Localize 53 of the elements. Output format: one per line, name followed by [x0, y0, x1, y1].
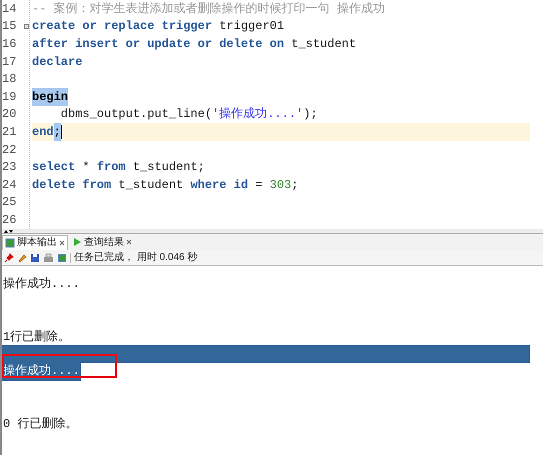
save-icon[interactable] — [30, 252, 40, 262]
keyword: after insert or update or delete on — [32, 36, 284, 53]
keyword: where id — [190, 176, 248, 194]
keyword: delete from — [32, 176, 112, 194]
line-number: 23 — [2, 159, 16, 176]
keyword: select — [32, 159, 76, 176]
code-text: ; — [291, 176, 298, 194]
code-text: * — [81, 159, 91, 176]
close-icon[interactable] — [59, 240, 65, 246]
output-tab[interactable]: 脚本输出 — [2, 234, 68, 250]
matched-keyword: begin — [32, 88, 68, 106]
keyword: from — [96, 159, 126, 176]
line-number: 26 — [2, 212, 16, 229]
selected-text: ; — [54, 122, 61, 141]
code-text: trigger01 — [218, 18, 284, 36]
line-number: 24 — [2, 176, 16, 194]
output-line: 0 行已删除。 — [2, 416, 78, 433]
document-icon[interactable] — [57, 252, 67, 262]
play-icon — [72, 237, 82, 247]
print-icon[interactable] — [43, 252, 54, 262]
code-text: dbms_output.put_line( — [60, 106, 212, 124]
number-literal: 303 — [270, 176, 292, 194]
document-icon — [5, 238, 15, 248]
close-icon[interactable] — [126, 239, 132, 245]
code-comment: -- 案例：对学生表进添加或者删除操作的时候打印一句 操作成功 — [32, 0, 385, 18]
fold-marker-icon[interactable] — [24, 24, 29, 29]
code-text: t_student; — [132, 159, 205, 176]
line-number: 15 — [2, 18, 16, 36]
pencil-icon[interactable] — [17, 252, 27, 262]
pin-icon[interactable] — [4, 252, 14, 262]
line-number: 21 — [2, 124, 16, 141]
keyword: create or replace trigger — [32, 18, 212, 36]
line-number: 19 — [2, 88, 16, 106]
code-text: = — [254, 176, 264, 194]
line-number: 22 — [2, 142, 16, 159]
code-text: ); — [303, 106, 318, 124]
line-number: 17 — [2, 54, 16, 71]
status-text: 任务已完成， 用时 0.046 秒 — [74, 250, 198, 265]
line-number: 16 — [2, 36, 16, 53]
line-number: 20 — [2, 106, 16, 124]
code-text: t_student — [117, 176, 184, 194]
string-literal: '操作成功....' — [212, 106, 304, 124]
output-line: 操作成功.... — [2, 276, 81, 293]
keyword: declare — [32, 54, 82, 71]
line-number: 25 — [2, 194, 16, 212]
output-tab[interactable]: 查询结果 — [70, 234, 134, 250]
keyword: end — [32, 124, 54, 141]
text-cursor — [60, 124, 62, 139]
output-line: 1行已删除。 — [2, 328, 72, 346]
split-arrows-icon[interactable] — [4, 228, 14, 234]
line-number: 18 — [2, 71, 16, 88]
code-text: t_student — [290, 36, 356, 53]
line-number: 14 — [2, 0, 16, 18]
